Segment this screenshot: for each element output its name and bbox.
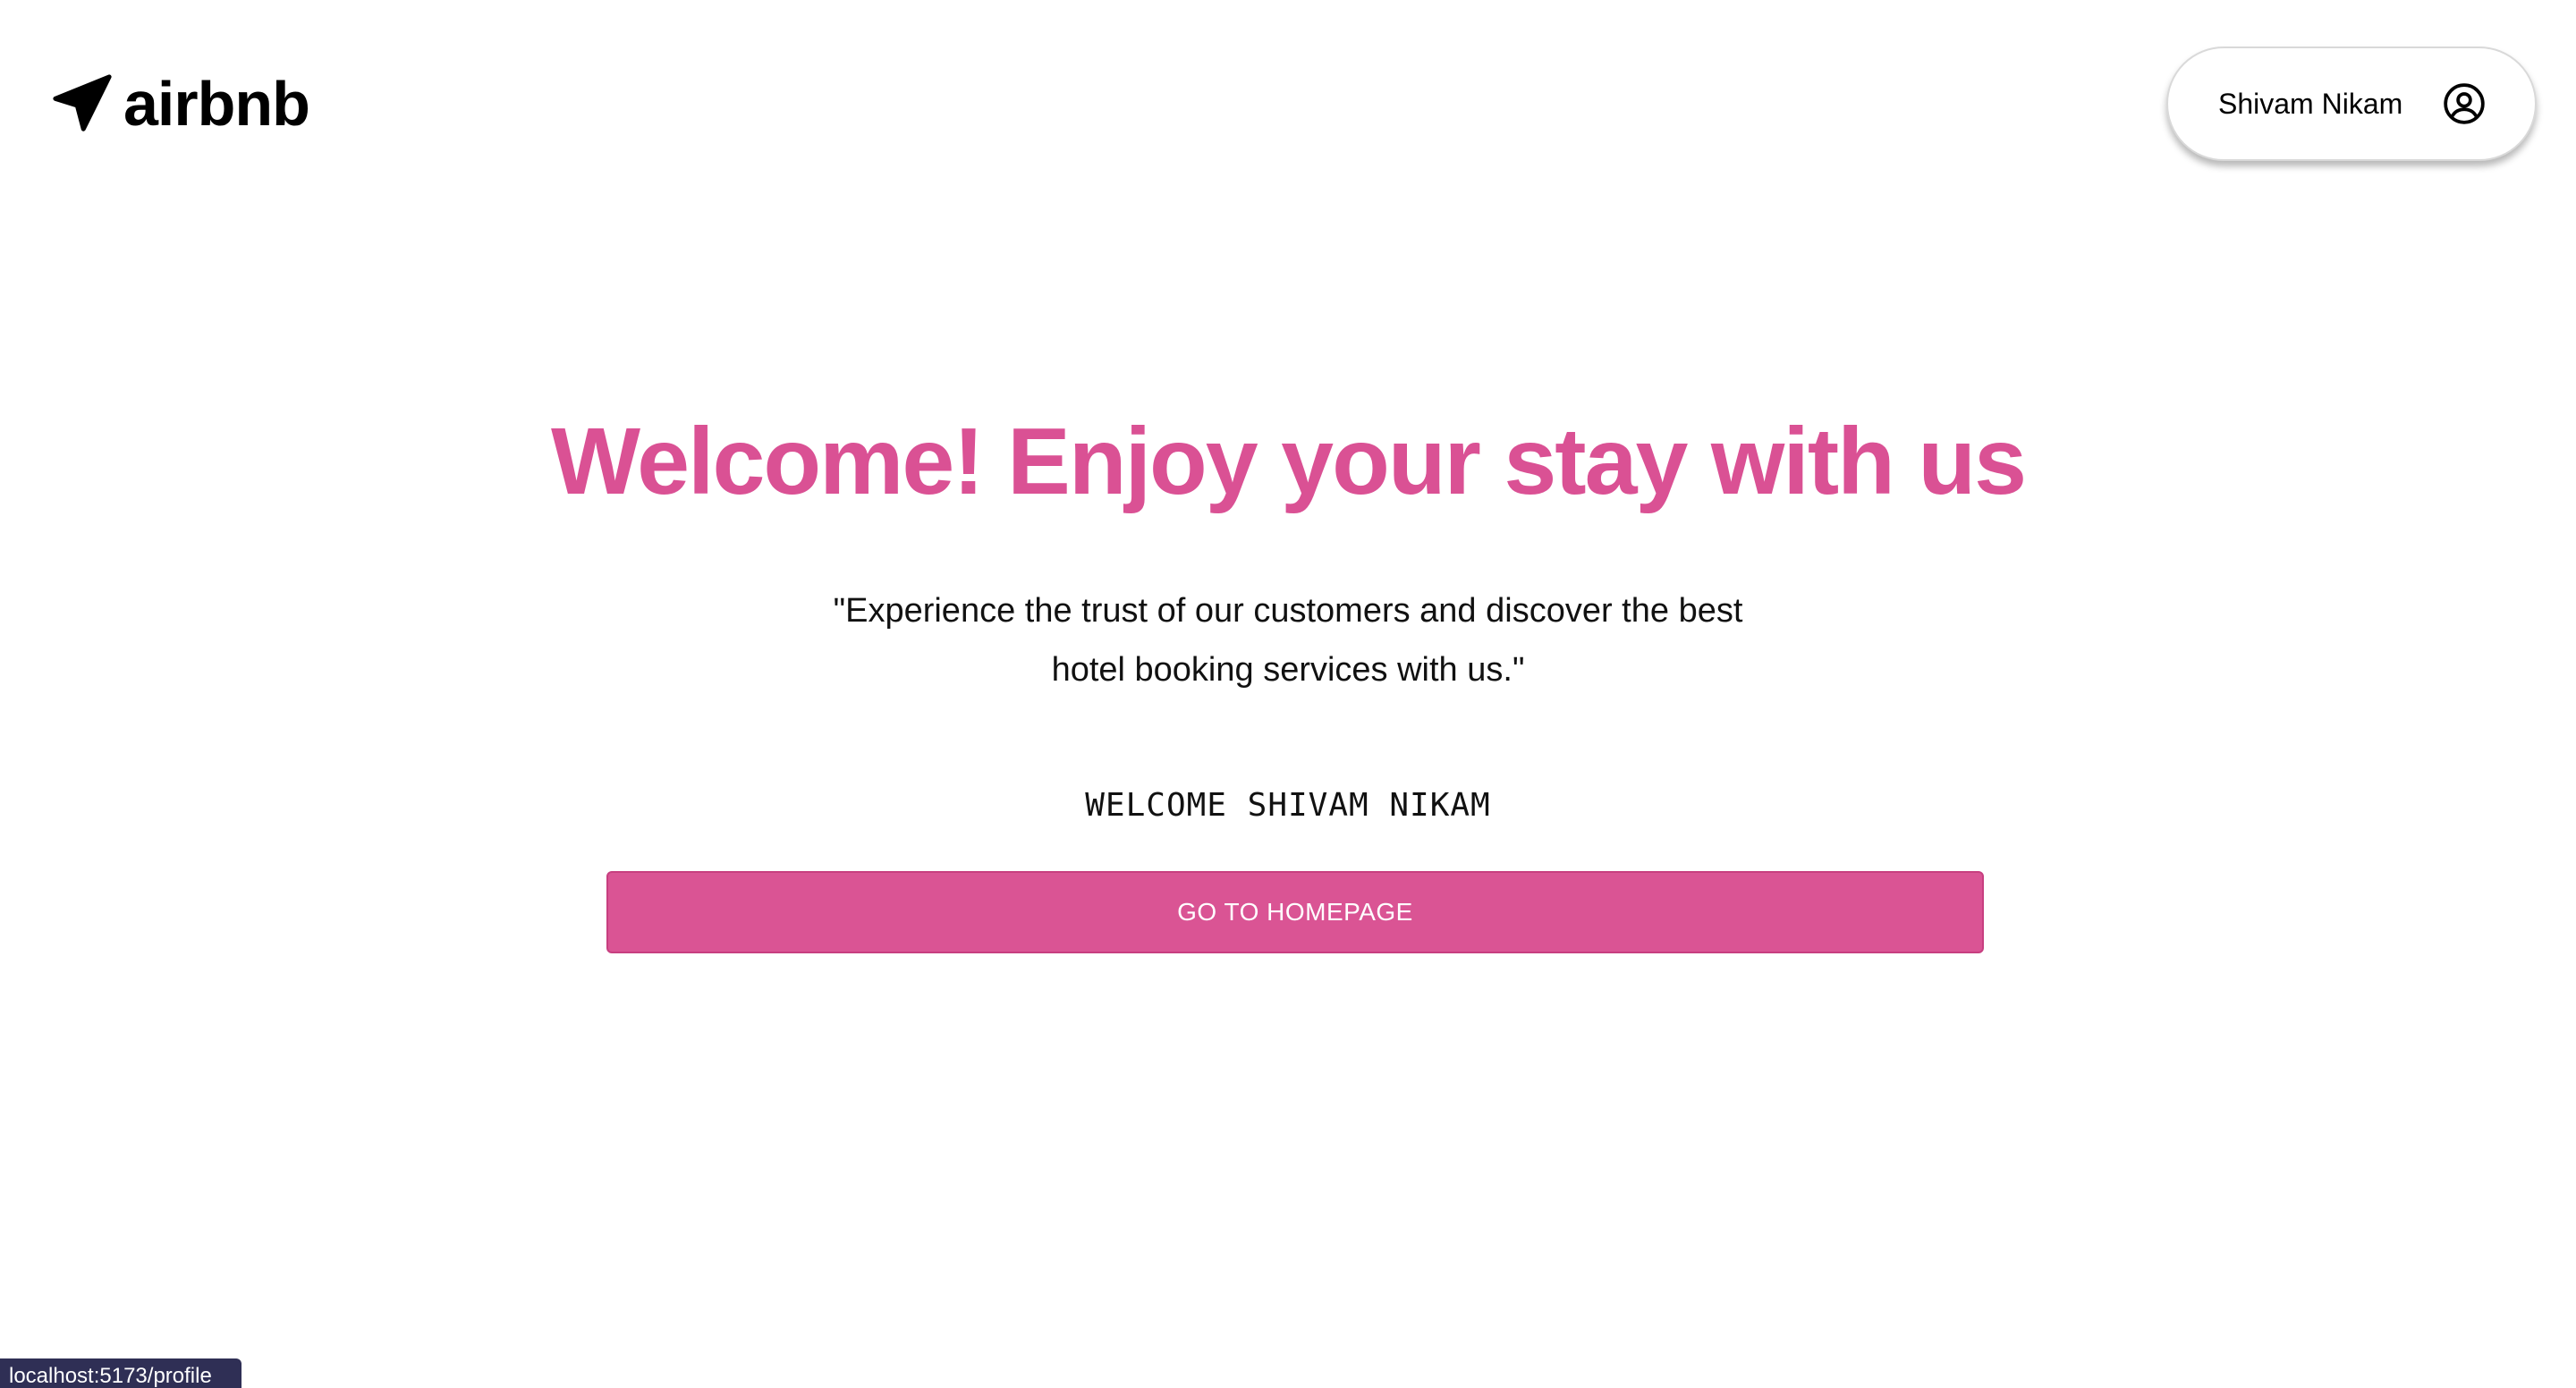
go-to-homepage-button[interactable]: GO TO HOMEPAGE [606, 871, 1984, 953]
user-name: Shivam Nikam [2218, 87, 2403, 120]
welcome-user-text: WELCOME SHIVAM NIKAM [1085, 787, 1491, 824]
logo-text: airbnb [123, 69, 310, 139]
profile-page: airbnb Shivam Nikam Welcome! Enjoy your … [0, 0, 2576, 1388]
tagline-quote: "Experience the trust of our customers a… [0, 581, 2576, 699]
tagline-line-1: "Experience the trust of our customers a… [833, 592, 1743, 630]
navigation-arrow-icon [53, 74, 112, 131]
page-title: Welcome! Enjoy your stay with us [550, 409, 2027, 514]
tagline-line-2: hotel booking services with us." [1051, 651, 1525, 689]
logo-link[interactable]: airbnb [48, 69, 310, 139]
status-bar-url: localhost:5173/profile [0, 1358, 242, 1388]
user-circle-icon [2444, 83, 2485, 124]
user-menu-button[interactable]: Shivam Nikam [2166, 47, 2537, 161]
